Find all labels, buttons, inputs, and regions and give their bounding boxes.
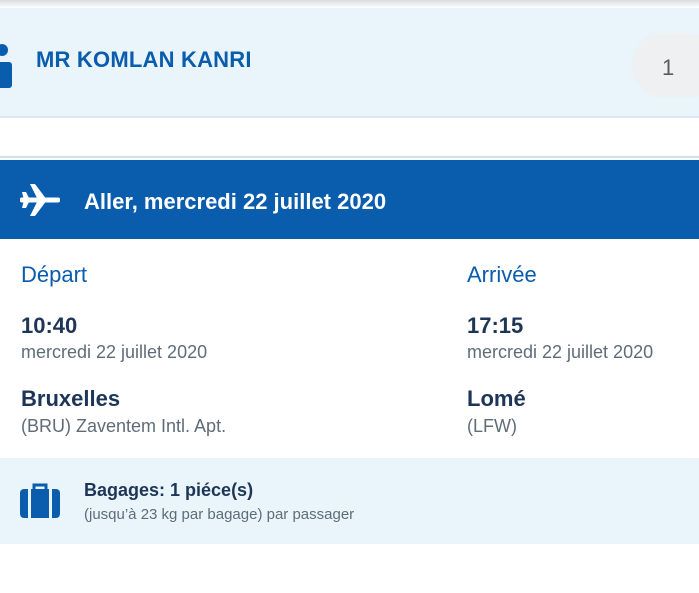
departure-city: Bruxelles [21,386,121,411]
baggage-info: Bagages: 1 piéce(s) (jusqu’à 23 kg par b… [0,458,699,544]
arrival-time: 17:15 [467,313,524,338]
arrival-city: Lomé [467,386,526,411]
baggage-subtitle: (jusqu’à 23 kg par bagage) par passager [84,506,355,523]
flight-card: Aller, mercredi 22 juillet 2020 Départ 1… [0,156,699,544]
arrival-airport: (LFW) [467,416,517,436]
arrival-label: Arrivée [467,262,537,287]
flight-header: Aller, mercredi 22 juillet 2020 [0,160,699,239]
arrival-date: mercredi 22 juillet 2020 [467,342,654,362]
baggage-title: Bagages: 1 piéce(s) [84,480,254,500]
departure-time: 10:40 [21,313,78,338]
passenger-row[interactable]: MR KOMLAN KANRI 1 [0,8,699,118]
flight-title: Aller, mercredi 22 juillet 2020 [84,189,387,214]
passenger-name: MR KOMLAN KANRI [36,47,252,72]
departure-date: mercredi 22 juillet 2020 [21,342,208,362]
suitcase-icon [20,483,60,518]
passenger-count: 1 [662,55,675,80]
person-icon [0,44,12,88]
top-divider [0,0,699,8]
departure-label: Départ [21,262,88,287]
airplane-icon [20,184,60,216]
departure-airport: (BRU) Zaventem Intl. Apt. [21,416,227,436]
